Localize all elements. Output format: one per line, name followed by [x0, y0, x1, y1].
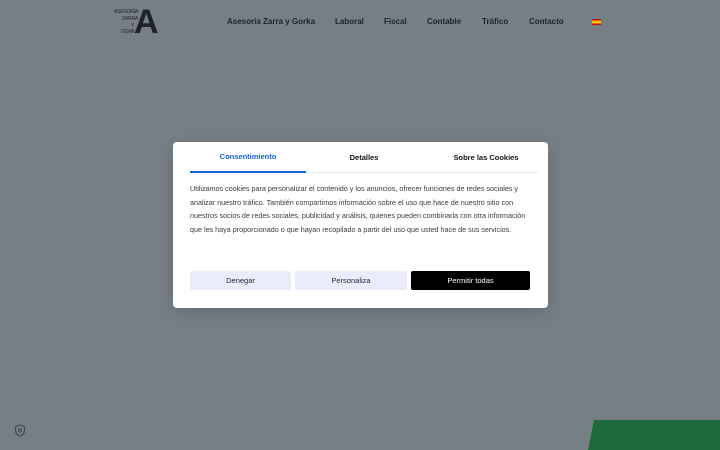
- cookie-description: Utilizamos cookies para personalizar el …: [190, 184, 526, 234]
- green-decorative-band: [586, 420, 720, 450]
- site-logo[interactable]: ASESORÍA ZARRA Y GORKA A: [112, 3, 159, 41]
- site-header: ASESORÍA ZARRA Y GORKA A Asesoría Zarra …: [0, 0, 720, 44]
- tab-consentimiento[interactable]: Consentimiento: [190, 142, 306, 173]
- nav-item-contacto[interactable]: Contacto: [529, 17, 564, 26]
- customize-button[interactable]: Personaliza: [295, 271, 407, 290]
- logo-letter: A: [134, 3, 159, 41]
- nav-item-asesoria[interactable]: Asesoría Zarra y Gorka: [227, 17, 315, 26]
- cookie-tabs: Consentimiento Detalles Sobre las Cookie…: [190, 142, 538, 173]
- deny-button[interactable]: Denegar: [190, 271, 291, 290]
- nav-item-fiscal[interactable]: Fiscal: [384, 17, 407, 26]
- cookie-settings-button[interactable]: [10, 420, 30, 440]
- nav-item-trafico[interactable]: Tráfico: [482, 17, 508, 26]
- tab-sobre-cookies[interactable]: Sobre las Cookies: [428, 142, 544, 173]
- nav-item-contable[interactable]: Contable: [427, 17, 461, 26]
- cookie-consent-dialog: Consentimiento Detalles Sobre las Cookie…: [173, 142, 548, 308]
- allow-all-button[interactable]: Permitir todas: [411, 271, 530, 290]
- tab-detalles[interactable]: Detalles: [306, 142, 422, 173]
- spain-flag-icon[interactable]: [592, 19, 601, 25]
- nav-item-laboral[interactable]: Laboral: [335, 17, 364, 26]
- shield-icon: [14, 423, 26, 437]
